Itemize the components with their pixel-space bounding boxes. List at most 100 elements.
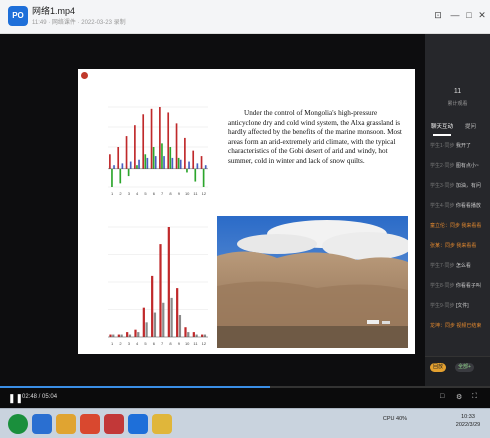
settings-icon[interactable]: ⚙: [456, 393, 462, 401]
chat-message-user: 学生9·同步: [430, 303, 455, 309]
chart-bar: [159, 107, 161, 169]
chart-bar: [184, 137, 186, 169]
chart-bar: [134, 125, 136, 169]
chat-message-text: 怎么看: [455, 263, 471, 269]
chart-bar: [117, 147, 120, 169]
chat-message: 童立伦：同步 我来看看: [430, 222, 488, 229]
panel-tabs: 聊天互动 提问: [425, 122, 490, 136]
chart-bar: [194, 168, 197, 182]
fullscreen-icon[interactable]: ⛶: [472, 393, 477, 401]
chat-message-text: 我开了: [455, 143, 471, 149]
progress-bar[interactable]: [0, 386, 490, 388]
chart-tick-label: 2: [119, 341, 122, 346]
chart-tick-label: 7: [161, 191, 164, 196]
chart-bar: [201, 334, 204, 337]
chart-tick-label: 6: [153, 341, 156, 346]
chart-tick-label: 3: [128, 191, 131, 196]
chart-bar: [175, 123, 178, 169]
chart-tick-label: 7: [161, 341, 164, 346]
taskbar-ie-icon[interactable]: [32, 414, 52, 434]
chart-bar: [177, 157, 180, 169]
chart-bar: [159, 244, 162, 337]
precipitation-chart-bottom: 1 2 3 4 5 6 7 8 9 10 11 12: [108, 226, 208, 346]
chart-bar: [169, 147, 172, 169]
chart-tick-label: 8: [169, 191, 172, 196]
slide-logo-icon: [81, 72, 88, 79]
chart-bar: [170, 297, 173, 337]
taskbar-start-icon[interactable]: [8, 414, 28, 434]
video-viewport[interactable]: 1 2 3 4 5 6 7 8 9 10 11 12 1 2 3 4 5 6 7 8 9 10 11 12 Under th…: [0, 34, 425, 386]
chart-bar: [179, 159, 182, 169]
viewer-count-label: 累计观看: [447, 101, 468, 107]
taskbar-chrome-icon[interactable]: [152, 414, 172, 434]
chart-bar: [202, 168, 205, 187]
chart-bar: [200, 156, 203, 169]
chat-message-text: 视频已结束: [456, 323, 482, 329]
chart-bar: [137, 332, 140, 337]
chat-message: 学生9·同步 [文件]: [430, 302, 488, 309]
chart-bar: [127, 168, 130, 177]
chat-message-text: 我来看看: [456, 243, 477, 249]
chat-message-text: 图有点小~: [455, 163, 479, 169]
pip-icon[interactable]: ⊡: [432, 9, 444, 21]
chat-message-user: 学生2·同步: [430, 163, 455, 169]
chart-tick-label: 12: [202, 191, 207, 196]
chat-message-user: 学生4·同步: [430, 203, 455, 209]
tray-status: CPU 40%: [382, 416, 408, 422]
chart-bar: [187, 332, 190, 337]
chart-bar: [184, 327, 187, 337]
chart-bar: [186, 168, 188, 173]
tab-questions[interactable]: 提问: [465, 122, 476, 130]
presentation-slide: 1 2 3 4 5 6 7 8 9 10 11 12 1 2 3 4 5 6 7 8 9 10 11 12 Under th…: [78, 69, 415, 354]
minimize-button[interactable]: —: [449, 9, 461, 21]
chart-tick-label: 1: [111, 191, 114, 196]
dust-storm-photo: [217, 216, 408, 348]
chart-bar: [138, 159, 140, 169]
chat-message-user: 张某：同步: [430, 243, 456, 249]
chat-message: 龙坤：同步 视频已结束: [430, 322, 488, 329]
taskbar-app-blue-icon[interactable]: [128, 414, 148, 434]
chart-bar: [196, 163, 199, 169]
chart-bar: [153, 312, 157, 337]
chat-message-user: 学生3·同步: [430, 183, 455, 189]
chart-tick-label: 8: [169, 341, 172, 346]
chart-bar: [126, 332, 129, 337]
maximize-button[interactable]: □: [463, 9, 475, 21]
chart-bar: [192, 332, 195, 337]
window-mode-icon[interactable]: □: [440, 393, 444, 400]
chat-message: 学生3·同步 加油，有问: [430, 182, 488, 189]
chat-message-text: 我来看看: [461, 223, 482, 229]
close-button[interactable]: ✕: [476, 9, 488, 21]
panel-bottom-bar: 回放 全部+: [425, 356, 490, 386]
chat-message: 张某：同步 我来看看: [430, 242, 488, 249]
pause-icon[interactable]: ❚❚: [8, 393, 23, 403]
chart-tick-label: 9: [178, 191, 181, 196]
chart-bar: [176, 288, 179, 337]
taskbar-explorer-icon[interactable]: [56, 414, 76, 434]
slide-paragraph: Under the control of Mongolia's high-pre…: [228, 109, 402, 165]
chart-tick-label: 11: [193, 341, 198, 346]
chat-message-text: 加油，有问: [455, 183, 481, 189]
chart-tick-label: 10: [185, 191, 190, 196]
chart-tick-label: 9: [178, 341, 181, 346]
chart-tick-label: 10: [185, 341, 190, 346]
chart-tick-label: 4: [136, 191, 139, 196]
chart-bar: [162, 302, 165, 337]
chart-bar: [163, 156, 165, 169]
taskbar-wps-icon[interactable]: [104, 414, 124, 434]
chart-bar: [128, 334, 132, 337]
tab-chat[interactable]: 聊天互动: [431, 122, 453, 130]
chart-bar: [142, 114, 145, 169]
chart-bar: [136, 165, 138, 169]
chart-bar: [111, 168, 113, 187]
chat-message: 学生1·同步 我开了: [430, 142, 488, 149]
chart-bar: [145, 322, 148, 337]
chat-message-user: 学生1·同步: [430, 143, 455, 149]
file-meta: 11:49 · 网络课件 · 2022-03-23 录制: [32, 20, 126, 26]
filter-all-chip[interactable]: 全部+: [455, 363, 474, 372]
chart-bar: [167, 227, 170, 337]
playback-time: 02:48 / 05:04: [22, 394, 58, 400]
chart-bar: [192, 150, 195, 169]
taskbar-media-icon[interactable]: [80, 414, 100, 434]
replay-chip[interactable]: 回放: [430, 363, 447, 372]
